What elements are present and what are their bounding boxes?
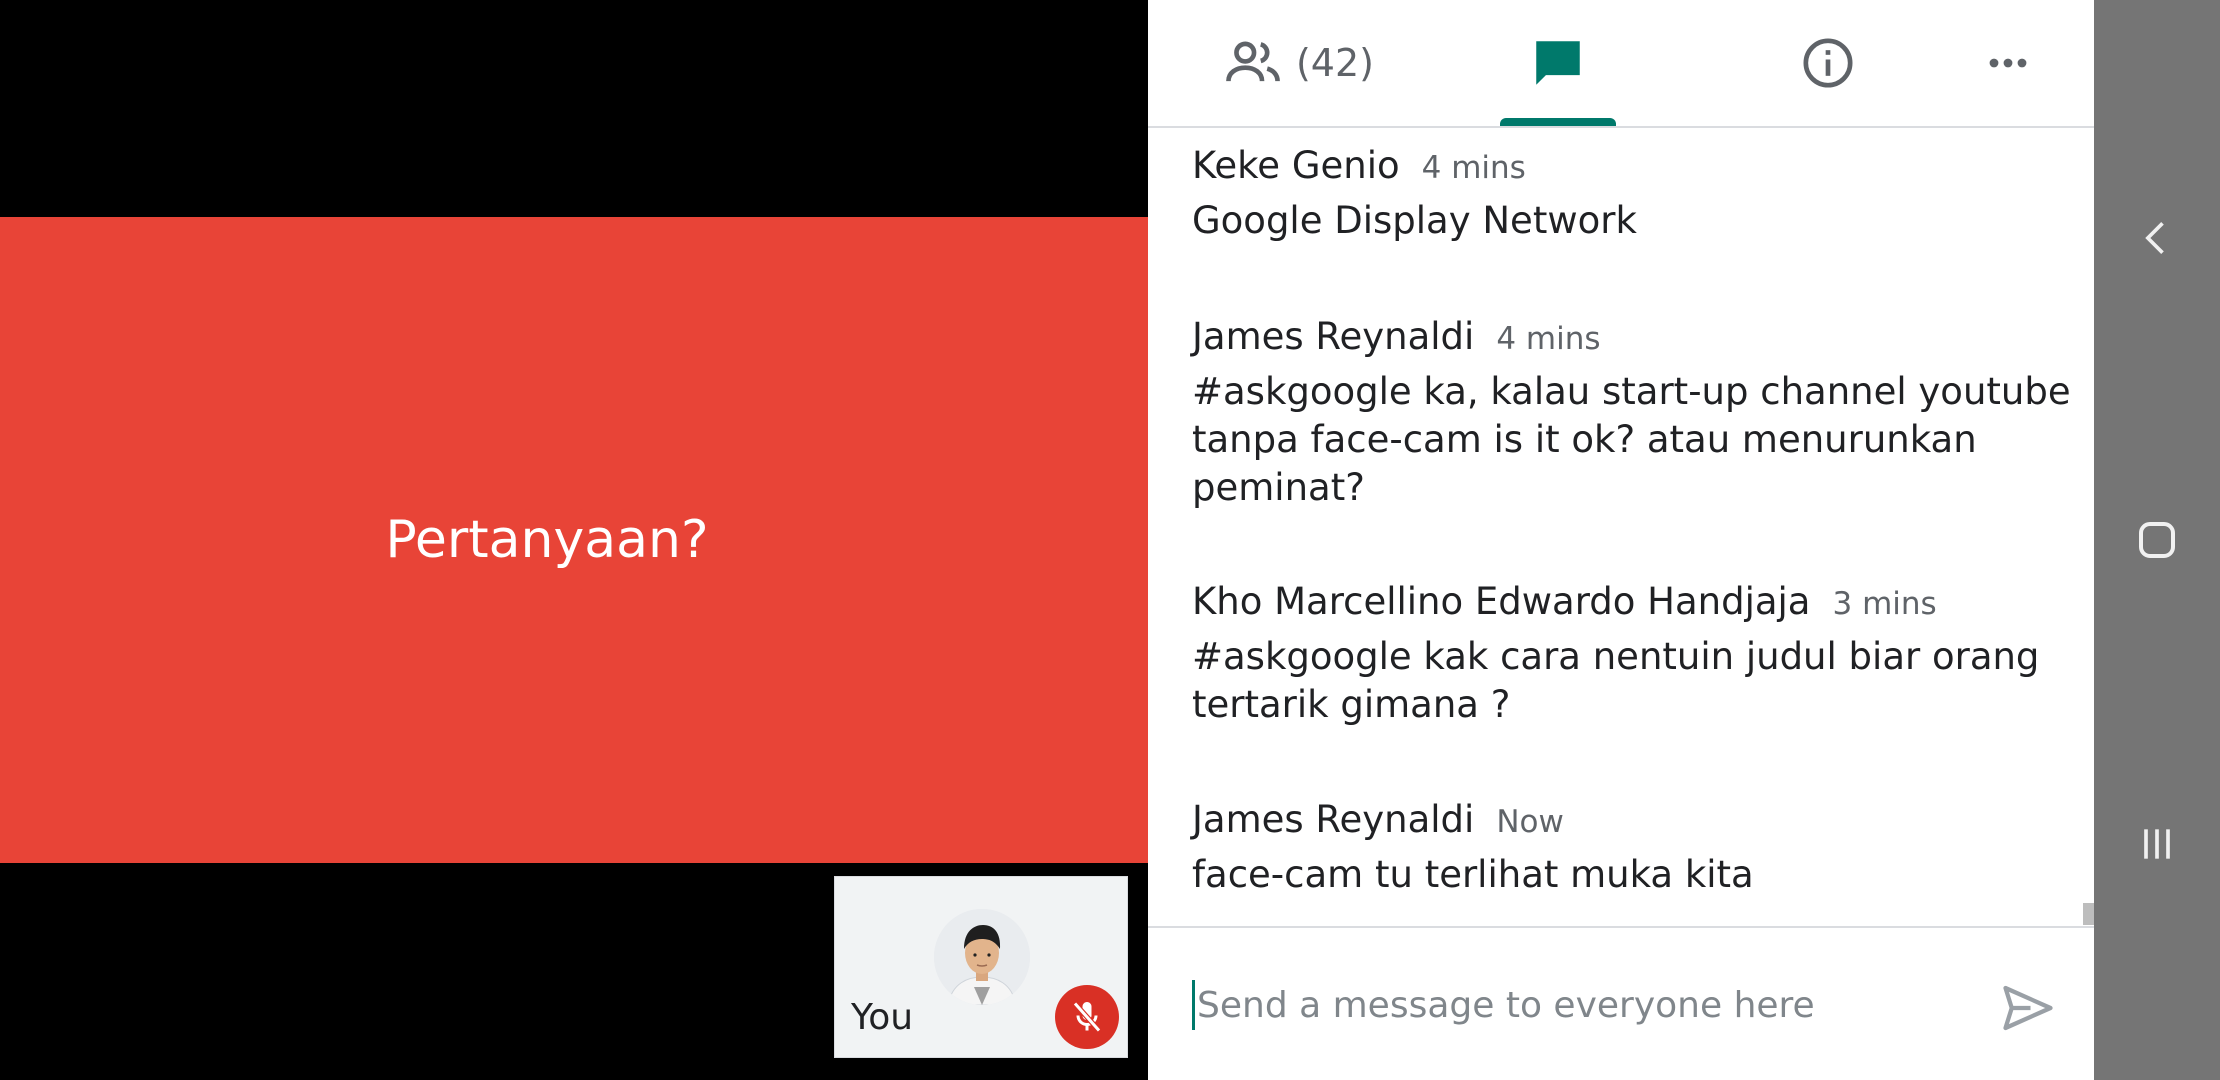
message-input[interactable] xyxy=(1192,980,1972,1030)
recents-icon xyxy=(2144,829,2170,859)
side-panel: (42) Keke Genio 4 mins Google Display Ne… xyxy=(1148,0,2094,1080)
message-time: 3 mins xyxy=(1832,586,1937,622)
info-icon xyxy=(1803,38,1853,88)
slide-text: Pertanyaan? xyxy=(385,510,709,570)
avatar xyxy=(934,909,1030,1005)
tab-people[interactable]: (42) xyxy=(1218,0,1378,126)
nav-home-button[interactable] xyxy=(2117,500,2197,580)
chat-messages[interactable]: Keke Genio 4 mins Google Display Network… xyxy=(1148,130,2094,924)
message-sender: James Reynaldi xyxy=(1192,798,1475,841)
message-composer xyxy=(1148,926,2094,1080)
presentation-slide: Pertanyaan? xyxy=(0,217,1148,863)
active-tab-indicator xyxy=(1500,118,1616,126)
participant-count: (42) xyxy=(1295,41,1374,85)
self-video-tile[interactable]: You xyxy=(834,876,1128,1058)
nav-recents-button[interactable] xyxy=(2117,804,2197,884)
chat-message: James Reynaldi 4 mins #askgoogle ka, kal… xyxy=(1192,315,2072,512)
mic-off-button[interactable] xyxy=(1055,985,1119,1049)
chat-message: Keke Genio 4 mins Google Display Network xyxy=(1192,144,2072,245)
send-button[interactable] xyxy=(1988,968,2068,1048)
tab-info[interactable] xyxy=(1788,0,1868,126)
scrollbar-thumb[interactable] xyxy=(2083,903,2094,925)
more-options-button[interactable] xyxy=(1968,0,2048,126)
chat-icon xyxy=(1536,41,1580,85)
message-text: #askgoogle kak cara nentuin judul biar o… xyxy=(1192,635,2040,726)
people-icon xyxy=(1226,41,1280,82)
message-text: Google Display Network xyxy=(1192,199,1637,242)
system-nav-bar xyxy=(2094,0,2220,1080)
self-label: You xyxy=(851,997,914,1038)
message-sender: Kho Marcellino Edwardo Handjaja xyxy=(1192,580,1811,623)
message-time: 4 mins xyxy=(1421,150,1526,186)
message-text: face-cam tu terlihat muka kita xyxy=(1192,853,1754,896)
meeting-stage: Pertanyaan? You xyxy=(0,0,1148,1080)
avatar-photo xyxy=(934,909,1030,1005)
message-time: Now xyxy=(1496,804,1564,840)
panel-tabs: (42) xyxy=(1148,0,2094,128)
send-icon xyxy=(2003,985,2053,1031)
chat-message: Kho Marcellino Edwardo Handjaja 3 mins #… xyxy=(1192,580,2072,729)
message-sender: Keke Genio xyxy=(1192,144,1400,187)
home-icon xyxy=(2139,522,2175,558)
nav-back-button[interactable] xyxy=(2117,198,2197,278)
chat-message: James Reynaldi Now face-cam tu terlihat … xyxy=(1192,798,2072,899)
message-time: 4 mins xyxy=(1496,321,1601,357)
tab-chat[interactable] xyxy=(1498,0,1618,126)
back-icon xyxy=(2145,222,2164,254)
message-sender: James Reynaldi xyxy=(1192,315,1475,358)
mic-off-icon xyxy=(1073,1001,1101,1033)
message-text: #askgoogle ka, kalau start-up channel yo… xyxy=(1192,370,2071,509)
more-icon xyxy=(1989,58,2027,68)
